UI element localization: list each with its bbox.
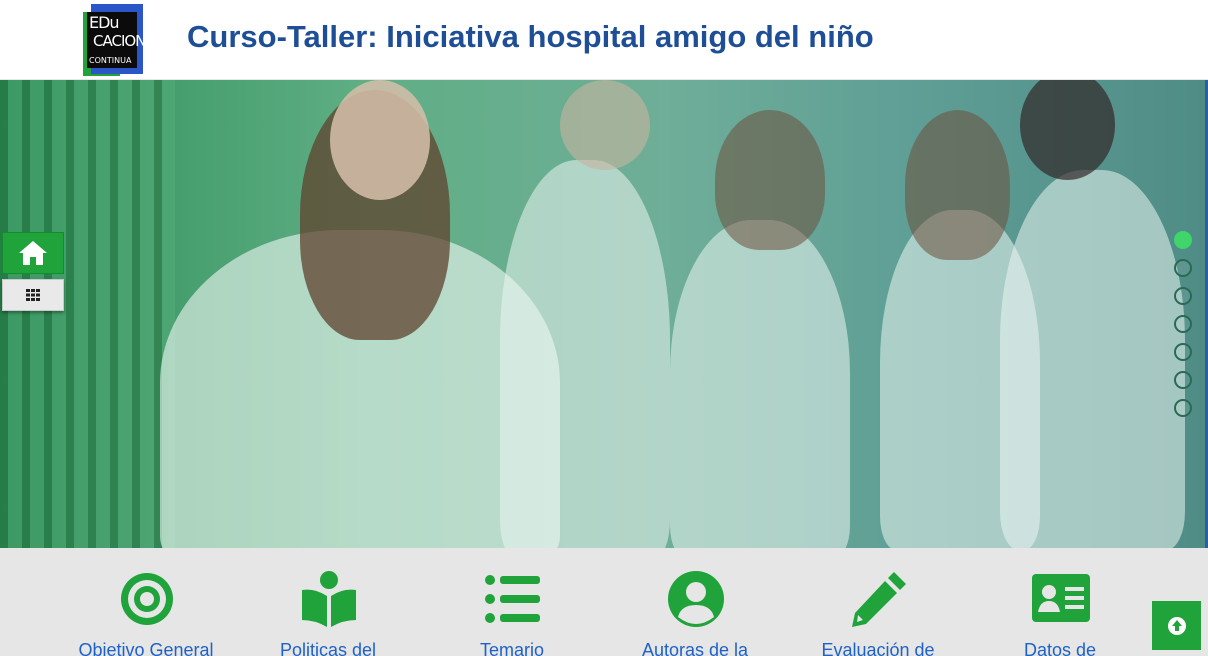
home-icon bbox=[19, 241, 47, 265]
book-reader-icon bbox=[302, 571, 356, 627]
feature-evaluacion[interactable]: Evaluación de bbox=[788, 548, 968, 656]
pencil-icon bbox=[852, 572, 906, 627]
site-header: EDu CACION CONTINUA Curso-Taller: Inicia… bbox=[0, 0, 1208, 80]
feature-label[interactable]: Politicas del bbox=[238, 640, 418, 656]
educacion-continua-logo[interactable]: EDu CACION CONTINUA bbox=[83, 4, 146, 76]
feature-label[interactable]: Autoras de la bbox=[605, 640, 785, 656]
list-icon bbox=[485, 575, 540, 623]
grid-icon bbox=[26, 289, 40, 301]
page-title: Curso-Taller: Iniciativa hospital amigo … bbox=[187, 19, 874, 54]
logo-text-1: EDu bbox=[89, 13, 120, 32]
hero-figure-doctor-2 bbox=[500, 160, 670, 548]
feature-temario[interactable]: Temario bbox=[422, 548, 602, 656]
feature-politicas[interactable]: Politicas del bbox=[238, 548, 418, 656]
hero-carousel bbox=[0, 80, 1208, 548]
carousel-dot-6[interactable] bbox=[1174, 371, 1192, 389]
feature-label[interactable]: Datos de bbox=[970, 640, 1150, 656]
arrow-up-circle-icon bbox=[1167, 616, 1186, 635]
carousel-dot-4[interactable] bbox=[1174, 315, 1192, 333]
carousel-dot-3[interactable] bbox=[1174, 287, 1192, 305]
feature-links-section: Objetivo General Politicas del Temario A… bbox=[0, 548, 1208, 656]
feature-label[interactable]: Evaluación de bbox=[788, 640, 968, 656]
logo-text-2: CACION bbox=[93, 32, 146, 50]
user-circle-icon bbox=[668, 571, 724, 627]
hero-figure-doctor-3 bbox=[670, 220, 850, 548]
back-to-top-button[interactable] bbox=[1152, 601, 1201, 650]
home-button[interactable] bbox=[2, 232, 64, 274]
feature-label[interactable]: Objetivo General bbox=[56, 640, 236, 656]
target-icon bbox=[121, 573, 173, 625]
hero-background bbox=[0, 80, 175, 548]
carousel-dot-2[interactable] bbox=[1174, 259, 1192, 277]
feature-objetivo-general[interactable]: Objetivo General bbox=[56, 548, 236, 656]
feature-autoras[interactable]: Autoras de la bbox=[605, 548, 785, 656]
logo-text-3: CONTINUA bbox=[89, 56, 132, 65]
carousel-dot-1[interactable] bbox=[1174, 231, 1192, 249]
hero-figure-doctor-5 bbox=[1000, 170, 1185, 548]
feature-label[interactable]: Temario bbox=[422, 640, 602, 656]
id-card-icon bbox=[1032, 574, 1090, 622]
menu-grid-button[interactable] bbox=[2, 279, 64, 311]
carousel-dot-7[interactable] bbox=[1174, 399, 1192, 417]
carousel-indicators bbox=[1174, 231, 1192, 427]
carousel-dot-5[interactable] bbox=[1174, 343, 1192, 361]
feature-datos[interactable]: Datos de bbox=[970, 548, 1150, 656]
